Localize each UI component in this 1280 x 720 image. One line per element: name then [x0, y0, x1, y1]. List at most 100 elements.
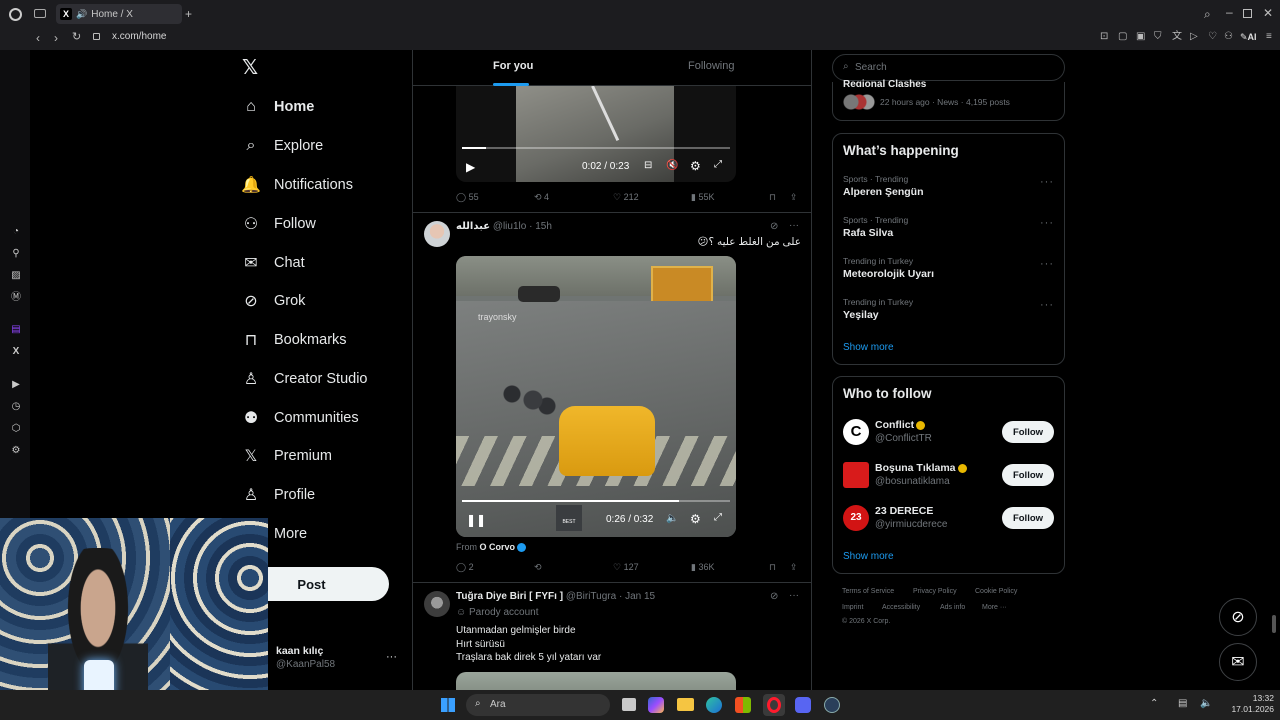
grok-post-icon[interactable]: ⊘	[770, 591, 778, 602]
source-account[interactable]: O Corvo	[480, 542, 516, 552]
trend-more-icon[interactable]: ···	[1040, 217, 1054, 229]
messages-fab[interactable]: ✉	[1219, 643, 1257, 681]
post2-author-handle[interactable]: @liu1lo	[493, 221, 527, 232]
speaker-icon[interactable]: 🔈	[1200, 698, 1212, 709]
trend-more-icon[interactable]: ···	[1040, 299, 1054, 311]
file-explorer-icon[interactable]	[677, 698, 694, 711]
x-logo-icon[interactable]: 𝕏	[242, 58, 262, 78]
captions-icon[interactable]: ⊟	[644, 160, 652, 171]
nav-item-follow[interactable]: ⚇ Follow	[242, 210, 316, 238]
speed-dial-icon[interactable]: ◔	[10, 226, 22, 238]
back-icon[interactable]: ‹	[36, 32, 40, 44]
conflict-avatar[interactable]: C	[843, 419, 869, 445]
heart-icon[interactable]: ♡	[1208, 32, 1217, 42]
footer-link[interactable]: Accessibility	[882, 604, 920, 611]
bag-icon[interactable]: ⚲	[10, 248, 22, 260]
footer-link[interactable]: Ads info	[940, 604, 965, 611]
nav-item-grok[interactable]: ⊘ Grok	[242, 287, 305, 315]
nav-item-notifications[interactable]: 🔔 Notifications	[241, 171, 353, 199]
trend-item[interactable]: Rafa Silva	[843, 227, 893, 239]
post2-more-icon[interactable]: ···	[789, 220, 799, 231]
suggested-name[interactable]: Conflict	[875, 419, 926, 431]
trend-item[interactable]: Alperen Şengün	[843, 186, 924, 198]
edge-icon[interactable]	[706, 697, 722, 713]
follow-button[interactable]: Follow	[1002, 464, 1054, 486]
copilot-icon[interactable]	[648, 697, 664, 713]
repost-icon[interactable]: ⟲	[534, 562, 542, 573]
account-more-icon[interactable]: ···	[386, 651, 397, 663]
screenshot-icon[interactable]: ▣	[1136, 32, 1145, 42]
nav-item-explore[interactable]: ⌕ Explore	[242, 132, 324, 160]
trend-item[interactable]: Yeşilay	[843, 309, 879, 321]
post2-timestamp[interactable]: 15h	[535, 221, 552, 232]
post3-author-name[interactable]: Tuğra Diye Biri [ FYFı ]	[456, 591, 563, 602]
player-sidebar-icon[interactable]: ▶	[10, 379, 22, 391]
url-field[interactable]: x.com/home	[112, 32, 166, 42]
footer-link[interactable]: Imprint	[842, 604, 863, 611]
bosuna-avatar[interactable]	[843, 462, 869, 488]
tab-following[interactable]: Following	[688, 60, 734, 72]
grok-post-icon[interactable]: ⊘	[770, 221, 778, 232]
fullscreen-icon[interactable]: ⤢	[714, 512, 722, 523]
video-settings-icon[interactable]: ⚙	[690, 159, 701, 173]
post2-author-name[interactable]: عبدالله	[456, 221, 490, 232]
nav-item-home[interactable]: ⌂ Home	[242, 93, 314, 121]
opera-logo-icon[interactable]	[9, 8, 22, 21]
x-sidebar-icon[interactable]: X	[10, 346, 22, 358]
bookmark-icon[interactable]: ⊓	[769, 562, 776, 573]
post3-media[interactable]	[456, 672, 736, 690]
like-icon[interactable]: ♡ 212	[613, 192, 639, 203]
search-tabs-icon[interactable]: ⌕	[1204, 8, 1211, 20]
wallet-icon[interactable]: ▨	[10, 270, 22, 282]
browser-tab-home[interactable]: X 🔊 Home / X	[56, 4, 182, 24]
play-icon[interactable]: ▶	[466, 160, 475, 174]
reply-icon[interactable]: ◯ 2	[456, 562, 474, 573]
footer-link[interactable]: Cookie Policy	[975, 588, 1017, 595]
footer-link[interactable]: More ···	[982, 604, 1007, 611]
nav-item-profile[interactable]: ♙ Profile	[242, 481, 315, 509]
show-more-follow-link[interactable]: Show more	[843, 551, 894, 562]
reply-icon[interactable]: ◯ 55	[456, 192, 479, 203]
mute-icon[interactable]: 🔇	[666, 160, 678, 171]
taskbar-search[interactable]: ⌕ Ara	[466, 694, 610, 716]
tab-for-you[interactable]: For you	[493, 60, 533, 72]
history-icon[interactable]: ◷	[10, 401, 22, 413]
task-view-icon[interactable]	[622, 698, 636, 711]
pin-icon[interactable]: ⊡	[1100, 32, 1108, 42]
follow-button[interactable]: Follow	[1002, 421, 1054, 443]
nav-item-communities[interactable]: ⚉ Communities	[242, 404, 359, 432]
steam-icon[interactable]	[824, 697, 840, 713]
scrollbar-thumb[interactable]	[1272, 615, 1276, 633]
aria-ai-button[interactable]: ✎AI	[1240, 33, 1257, 42]
post3-more-icon[interactable]: ···	[789, 590, 799, 601]
clock[interactable]: 13:32 17.01.2026	[1226, 693, 1274, 715]
nav-item-chat[interactable]: ✉ Chat	[242, 249, 304, 277]
reload-icon[interactable]: ↻	[72, 32, 81, 43]
profile-icon[interactable]: ⚇	[1224, 32, 1233, 42]
audio-icon[interactable]: 🔊	[76, 9, 87, 20]
close-window-icon[interactable]: ✕	[1263, 7, 1273, 19]
post1-video[interactable]: ▶ 0:02 / 0:23 ⊟ 🔇 ⚙ ⤢	[456, 86, 736, 182]
translate-icon[interactable]: 文	[1172, 32, 1182, 42]
fullscreen-icon[interactable]: ⤢	[714, 159, 722, 170]
views-icon[interactable]: ▮ 36K	[691, 562, 714, 573]
settings-icon[interactable]: ⚙	[10, 445, 22, 457]
share-icon[interactable]: ⇪	[790, 192, 798, 203]
tray-chevron-icon[interactable]: ⌃	[1150, 698, 1158, 709]
network-icon[interactable]: ▤	[1178, 698, 1187, 709]
post2-video[interactable]: trayonsky ❚❚ BEST 0:26 / 0:32 🔈 ⚙ ⤢	[456, 256, 736, 537]
opera-taskbar-icon[interactable]	[763, 694, 785, 716]
grok-fab[interactable]: ⊘	[1219, 598, 1257, 636]
account-switcher[interactable]: kaan kılıç @KaanPal58 ···	[276, 645, 406, 673]
store-icon[interactable]	[735, 697, 751, 713]
trend-more-icon[interactable]: ···	[1040, 258, 1054, 270]
maximize-icon[interactable]	[1243, 9, 1252, 18]
bookmark-icon[interactable]: ⊓	[769, 192, 776, 203]
yirmiuc-avatar[interactable]: 23	[843, 505, 869, 531]
suggested-name[interactable]: 23 DERECE	[875, 505, 933, 517]
video-settings-icon[interactable]: ⚙	[690, 512, 701, 526]
messenger-icon[interactable]: Ⓜ	[10, 292, 22, 304]
nav-item-premium[interactable]: 𝕏 Premium	[242, 442, 332, 470]
nav-item-creator-studio[interactable]: ♙ Creator Studio	[242, 365, 368, 393]
follow-button[interactable]: Follow	[1002, 507, 1054, 529]
